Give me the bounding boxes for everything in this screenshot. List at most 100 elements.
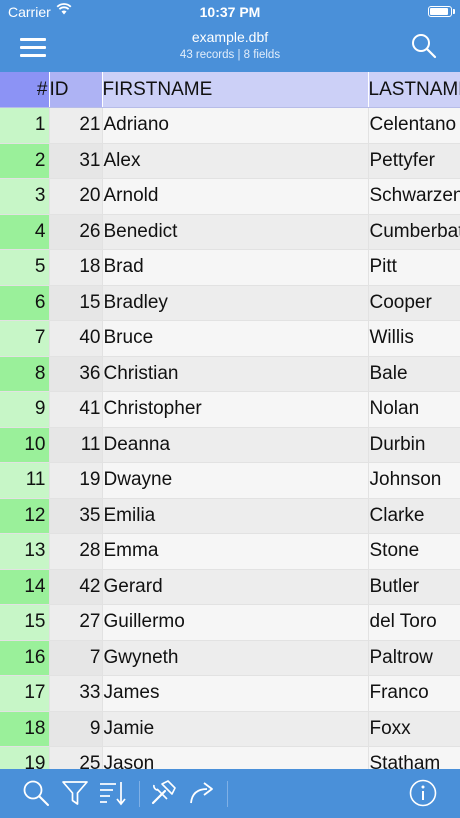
firstname-cell[interactable]: Deanna (102, 427, 369, 463)
table-row[interactable]: 6 15 Bradley Cooper (0, 285, 460, 321)
row-number-cell[interactable]: 10 (0, 427, 50, 463)
row-number-cell[interactable]: 6 (0, 285, 50, 321)
table-row[interactable]: 5 18 Brad Pitt (0, 249, 460, 286)
id-cell[interactable]: 36 (49, 356, 103, 392)
table-row[interactable]: 7 40 Bruce Willis (0, 320, 460, 357)
row-number-cell[interactable]: 16 (0, 640, 50, 676)
lastname-cell[interactable]: Butler (368, 569, 460, 605)
row-number-cell[interactable]: 19 (0, 746, 50, 769)
records-grid[interactable]: # ID FIRSTNAME LASTNAME 121AdrianoCelent… (0, 72, 460, 769)
table-row[interactable]: 16 7 Gwyneth Paltrow (0, 640, 460, 676)
table-row[interactable]: 13 28 Emma Stone (0, 533, 460, 570)
id-cell[interactable]: 20 (49, 178, 103, 215)
table-row[interactable]: 10 11 Deanna Durbin (0, 427, 460, 463)
row-number-cell[interactable]: 1 (0, 107, 50, 144)
id-cell[interactable]: 21 (49, 107, 103, 144)
lastname-cell[interactable]: Celentano (368, 107, 460, 144)
id-cell[interactable]: 11 (49, 427, 103, 463)
row-number-cell[interactable]: 17 (0, 675, 50, 712)
firstname-cell[interactable]: Christian (102, 356, 369, 392)
table-row[interactable]: 8 36 Christian Bale (0, 356, 460, 392)
row-number-cell[interactable]: 5 (0, 249, 50, 286)
row-number-cell[interactable]: 2 (0, 143, 50, 179)
firstname-cell[interactable]: James (102, 675, 369, 712)
row-number-cell[interactable]: 8 (0, 356, 50, 392)
row-number-cell[interactable]: 12 (0, 498, 50, 534)
firstname-cell[interactable]: Alex (102, 143, 369, 179)
share-icon[interactable] (188, 779, 216, 807)
table-row[interactable]: 9 41 Christopher Nolan (0, 391, 460, 428)
table-row[interactable]: 426BenedictCumberbatch (0, 214, 460, 250)
firstname-cell[interactable]: Gwyneth (102, 640, 369, 676)
id-cell[interactable]: 40 (49, 320, 103, 357)
table-row[interactable]: 11 19 Dwayne Johnson (0, 462, 460, 499)
row-number-cell[interactable]: 18 (0, 711, 50, 747)
table-row[interactable]: 17 33 James Franco (0, 675, 460, 712)
id-cell[interactable]: 41 (49, 391, 103, 428)
lastname-cell[interactable]: Willis (368, 320, 460, 357)
table-row[interactable]: 320ArnoldSchwarzenegger (0, 178, 460, 215)
table-row[interactable]: 12 35 Emilia Clarke (0, 498, 460, 534)
search-icon[interactable] (410, 32, 438, 60)
table-row[interactable]: 19 25 Jason Statham (0, 746, 460, 769)
row-number-cell[interactable]: 3 (0, 178, 50, 215)
row-number-cell[interactable]: 9 (0, 391, 50, 428)
column-header-lastname[interactable]: LASTNAME (368, 72, 460, 108)
id-cell[interactable]: 25 (49, 746, 103, 769)
id-cell[interactable]: 9 (49, 711, 103, 747)
id-cell[interactable]: 26 (49, 214, 103, 250)
firstname-cell[interactable]: Dwayne (102, 462, 369, 499)
row-number-cell[interactable]: 7 (0, 320, 50, 357)
column-header-num[interactable]: # (0, 72, 50, 108)
table-row[interactable]: 2 31 Alex Pettyfer (0, 143, 460, 179)
lastname-cell[interactable]: Nolan (368, 391, 460, 428)
firstname-cell[interactable]: Emilia (102, 498, 369, 534)
lastname-cell[interactable]: Paltrow (368, 640, 460, 676)
firstname-cell[interactable]: Benedict (102, 214, 369, 250)
tools-icon[interactable] (149, 779, 177, 807)
id-cell[interactable]: 19 (49, 462, 103, 499)
firstname-cell[interactable]: Arnold (102, 178, 369, 215)
lastname-cell[interactable]: Durbin (368, 427, 460, 463)
column-header-id[interactable]: ID (49, 72, 103, 108)
firstname-cell[interactable]: Jamie (102, 711, 369, 747)
id-cell[interactable]: 15 (49, 285, 103, 321)
id-cell[interactable]: 27 (49, 604, 103, 641)
lastname-cell[interactable]: Pettyfer (368, 143, 460, 179)
lastname-cell[interactable]: Bale (368, 356, 460, 392)
lastname-cell[interactable]: Johnson (368, 462, 460, 499)
lastname-cell[interactable]: Statham (368, 746, 460, 769)
id-cell[interactable]: 33 (49, 675, 103, 712)
lastname-cell[interactable]: Cumberbatch (368, 214, 460, 250)
firstname-cell[interactable]: Emma (102, 533, 369, 570)
firstname-cell[interactable]: Guillermo (102, 604, 369, 641)
firstname-cell[interactable]: Gerard (102, 569, 369, 605)
firstname-cell[interactable]: Adriano (102, 107, 369, 144)
lastname-cell[interactable]: Clarke (368, 498, 460, 534)
lastname-cell[interactable]: Stone (368, 533, 460, 570)
id-cell[interactable]: 28 (49, 533, 103, 570)
id-cell[interactable]: 42 (49, 569, 103, 605)
firstname-cell[interactable]: Jason (102, 746, 369, 769)
lastname-cell[interactable]: Pitt (368, 249, 460, 286)
column-header-firstname[interactable]: FIRSTNAME (102, 72, 369, 108)
row-number-cell[interactable]: 15 (0, 604, 50, 641)
id-cell[interactable]: 18 (49, 249, 103, 286)
table-row[interactable]: 14 42 Gerard Butler (0, 569, 460, 605)
row-number-cell[interactable]: 4 (0, 214, 50, 250)
info-icon[interactable] (409, 779, 437, 807)
table-row[interactable]: 18 9 Jamie Foxx (0, 711, 460, 747)
firstname-cell[interactable]: Christopher (102, 391, 369, 428)
lastname-cell[interactable]: del Toro (368, 604, 460, 641)
row-number-cell[interactable]: 11 (0, 462, 50, 499)
firstname-cell[interactable]: Brad (102, 249, 369, 286)
filter-icon[interactable] (61, 779, 89, 807)
id-cell[interactable]: 7 (49, 640, 103, 676)
lastname-cell[interactable]: Cooper (368, 285, 460, 321)
row-number-cell[interactable]: 14 (0, 569, 50, 605)
id-cell[interactable]: 35 (49, 498, 103, 534)
search-icon[interactable] (22, 779, 50, 807)
id-cell[interactable]: 31 (49, 143, 103, 179)
sort-icon[interactable] (99, 779, 127, 807)
lastname-cell[interactable]: Franco (368, 675, 460, 712)
